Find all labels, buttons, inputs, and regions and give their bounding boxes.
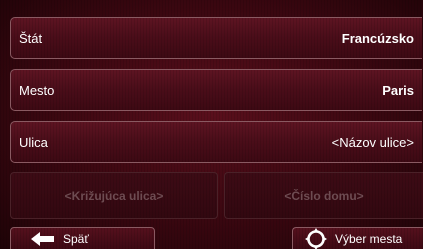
city-row[interactable]: Mesto Paris <box>10 69 422 111</box>
city-label: Mesto <box>19 82 55 98</box>
street-row[interactable]: Ulica <Názov ulice> <box>10 121 422 163</box>
house-number-button[interactable]: <Číslo domu> <box>224 172 423 219</box>
street-label: Ulica <box>19 134 48 150</box>
state-label: Štát <box>19 30 43 46</box>
state-row[interactable]: Štát Francúzsko <box>10 17 422 59</box>
address-entry-screen: Štát Francúzsko Mesto Paris Ulica <Názov… <box>0 0 423 249</box>
select-city-button[interactable]: Výber mesta <box>292 227 423 249</box>
back-label: Späť <box>63 232 89 246</box>
back-button[interactable]: Späť <box>10 227 155 249</box>
cross-street-button[interactable]: <Križujúca ulica> <box>10 172 218 219</box>
city-value: Paris <box>382 82 414 98</box>
arrow-left-icon <box>31 232 55 246</box>
crosshair-icon <box>305 228 327 249</box>
state-value: Francúzsko <box>341 30 414 46</box>
street-value: <Názov ulice> <box>331 134 414 150</box>
select-city-label: Výber mesta <box>335 232 403 246</box>
